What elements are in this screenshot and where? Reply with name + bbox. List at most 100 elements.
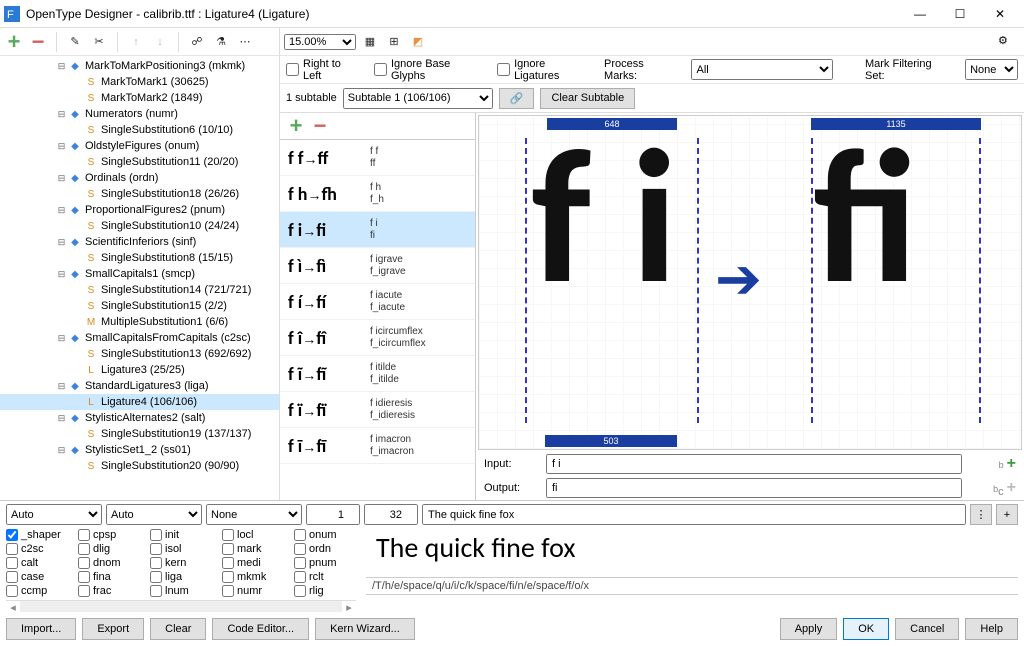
process-marks-select[interactable]: All: [691, 59, 833, 80]
link-button[interactable]: 🔗: [499, 88, 535, 109]
import-button[interactable]: Import...: [6, 618, 76, 640]
clear-subtable-button[interactable]: Clear Subtable: [540, 88, 635, 109]
arrow-right-icon: ➔: [715, 246, 762, 312]
add-sample-button[interactable]: +: [996, 504, 1018, 525]
tree-node[interactable]: LLigature3 (25/25): [0, 362, 279, 378]
input-field[interactable]: [546, 454, 962, 474]
feature-checkbox: rlig: [294, 584, 364, 598]
tree-node[interactable]: ⊟◆MarkToMarkPositioning3 (mkmk): [0, 58, 279, 74]
add-lig-icon[interactable]: +: [286, 116, 306, 136]
mfs-label: Mark Filtering Set:: [865, 58, 949, 82]
tree-node[interactable]: SSingleSubstitution18 (26/26): [0, 186, 279, 202]
feature-checkbox: _shaper: [6, 528, 76, 542]
sample-input[interactable]: [422, 504, 966, 525]
tree-node[interactable]: ⊟◆ScientificInferiors (sinf): [0, 234, 279, 250]
tree-node[interactable]: SSingleSubstitution11 (20/20): [0, 154, 279, 170]
input-label: Input:: [484, 458, 538, 470]
rtl-checkbox[interactable]: [286, 63, 299, 76]
ligature-row[interactable]: f î→fîf icircumflexf_icircumflex: [280, 320, 475, 356]
feature-scrollbar[interactable]: ◂▸: [6, 600, 356, 612]
minimize-button[interactable]: —: [900, 1, 940, 27]
feature-checkbox: case: [6, 570, 76, 584]
tool-icon[interactable]: ⋯: [235, 32, 255, 52]
maximize-button[interactable]: ☐: [940, 1, 980, 27]
subtable-select[interactable]: Subtable 1 (106/106): [343, 88, 493, 109]
glyph-canvas[interactable]: 648 1135 f i ➔ ﬁ 503: [478, 115, 1022, 450]
sel3[interactable]: None: [206, 504, 302, 525]
ligature-row[interactable]: f i→ﬁf ifi: [280, 212, 475, 248]
tree-node[interactable]: SMarkToMark1 (30625): [0, 74, 279, 90]
clear-button[interactable]: Clear: [150, 618, 206, 640]
ligature-row[interactable]: f h→fhf hf_h: [280, 176, 475, 212]
ok-button[interactable]: OK: [843, 618, 889, 640]
tree-node[interactable]: SSingleSubstitution13 (692/692): [0, 346, 279, 362]
tree-node[interactable]: MMultipleSubstitution1 (6/6): [0, 314, 279, 330]
feature-checkbox: ccmp: [6, 584, 76, 598]
tool-icon[interactable]: ◩: [408, 32, 428, 52]
tree-node[interactable]: ⊟◆StylisticSet1_2 (ss01): [0, 442, 279, 458]
ligature-row[interactable]: f ì→fìf igravef_igrave: [280, 248, 475, 284]
add-icon[interactable]: +: [4, 32, 24, 52]
tree-node[interactable]: SSingleSubstitution8 (15/15): [0, 250, 279, 266]
remove-icon[interactable]: −: [28, 32, 48, 52]
tree-node[interactable]: SSingleSubstitution15 (2/2): [0, 298, 279, 314]
tree-node[interactable]: SSingleSubstitution14 (721/721): [0, 282, 279, 298]
tool-icon[interactable]: ☍: [187, 32, 207, 52]
ligature-row[interactable]: f ī→fīf imacronf_imacron: [280, 428, 475, 464]
feature-checkbox: rclt: [294, 570, 364, 584]
tool-icon[interactable]: ✎: [65, 32, 85, 52]
feature-checkbox: init: [150, 528, 220, 542]
zoom-fit-icon[interactable]: ▦: [360, 32, 380, 52]
add-input-icon[interactable]: +: [1007, 455, 1016, 472]
gear-icon[interactable]: ⚙: [998, 34, 1016, 52]
ligature-list: f f→ﬀf ffff h→fhf hf_hf i→ﬁf ifif ì→fìf …: [280, 139, 475, 500]
remove-lig-icon[interactable]: −: [310, 116, 330, 136]
mfs-select[interactable]: None: [965, 59, 1018, 80]
tree-node[interactable]: ⊟◆ProportionalFigures2 (pnum): [0, 202, 279, 218]
grid-icon[interactable]: ⊞: [384, 32, 404, 52]
apply-button[interactable]: Apply: [780, 618, 838, 640]
code-editor-button[interactable]: Code Editor...: [212, 618, 309, 640]
tree-node[interactable]: ⊟◆Numerators (numr): [0, 106, 279, 122]
ligature-row[interactable]: f í→fíf iacutef_iacute: [280, 284, 475, 320]
feature-checkbox: fina: [78, 570, 148, 584]
tree-node[interactable]: SSingleSubstitution19 (137/137): [0, 426, 279, 442]
arrow-down-icon[interactable]: ↓: [150, 32, 170, 52]
ligature-row[interactable]: f ï→fïf idieresisf_idieresis: [280, 392, 475, 428]
num2-input[interactable]: [364, 504, 418, 525]
tree-node[interactable]: SSingleSubstitution6 (10/10): [0, 122, 279, 138]
tree-node[interactable]: SSingleSubstitution10 (24/24): [0, 218, 279, 234]
tree-node[interactable]: ⊟◆OldstyleFigures (onum): [0, 138, 279, 154]
feature-checkbox: lnum: [150, 584, 220, 598]
ilig-checkbox[interactable]: [497, 63, 510, 76]
tree-node[interactable]: ⊟◆StandardLigatures3 (liga): [0, 378, 279, 394]
tree-node[interactable]: ⊟◆SmallCapitals1 (smcp): [0, 266, 279, 282]
add-output-icon[interactable]: +: [1007, 479, 1016, 496]
tree-node[interactable]: LLigature4 (106/106): [0, 394, 279, 410]
zoom-select[interactable]: 15.00%: [284, 34, 356, 50]
arrow-up-icon[interactable]: ↑: [126, 32, 146, 52]
tree-node[interactable]: SSingleSubstitution20 (90/90): [0, 458, 279, 474]
close-button[interactable]: ✕: [980, 1, 1020, 27]
tool-icon[interactable]: ✂: [89, 32, 109, 52]
export-button[interactable]: Export: [82, 618, 144, 640]
feature-checkbox: frac: [78, 584, 148, 598]
sel1[interactable]: Auto: [6, 504, 102, 525]
num1-input[interactable]: [306, 504, 360, 525]
ligature-row[interactable]: f f→ﬀf fff: [280, 140, 475, 176]
window-title: OpenType Designer - calibrib.ttf : Ligat…: [26, 7, 900, 21]
tool-icon[interactable]: ⚗: [211, 32, 231, 52]
output-field[interactable]: [546, 478, 962, 498]
sel2[interactable]: Auto: [106, 504, 202, 525]
tree-node[interactable]: ⊟◆StylisticAlternates2 (salt): [0, 410, 279, 426]
cancel-button[interactable]: Cancel: [895, 618, 959, 640]
tree-node[interactable]: SMarkToMark2 (1849): [0, 90, 279, 106]
tree-node[interactable]: ⊟◆Ordinals (ordn): [0, 170, 279, 186]
ligature-row[interactable]: f ĩ→fĩf itildef_itilde: [280, 356, 475, 392]
ibg-checkbox[interactable]: [374, 63, 387, 76]
glyph-path: /T/h/e/space/q/u/i/c/k/space/fi/n/e/spac…: [366, 577, 1018, 595]
kern-wizard-button[interactable]: Kern Wizard...: [315, 618, 415, 640]
dropdown-button[interactable]: ⋮: [970, 504, 992, 525]
tree-node[interactable]: ⊟◆SmallCapitalsFromCapitals (c2sc): [0, 330, 279, 346]
help-button[interactable]: Help: [965, 618, 1018, 640]
